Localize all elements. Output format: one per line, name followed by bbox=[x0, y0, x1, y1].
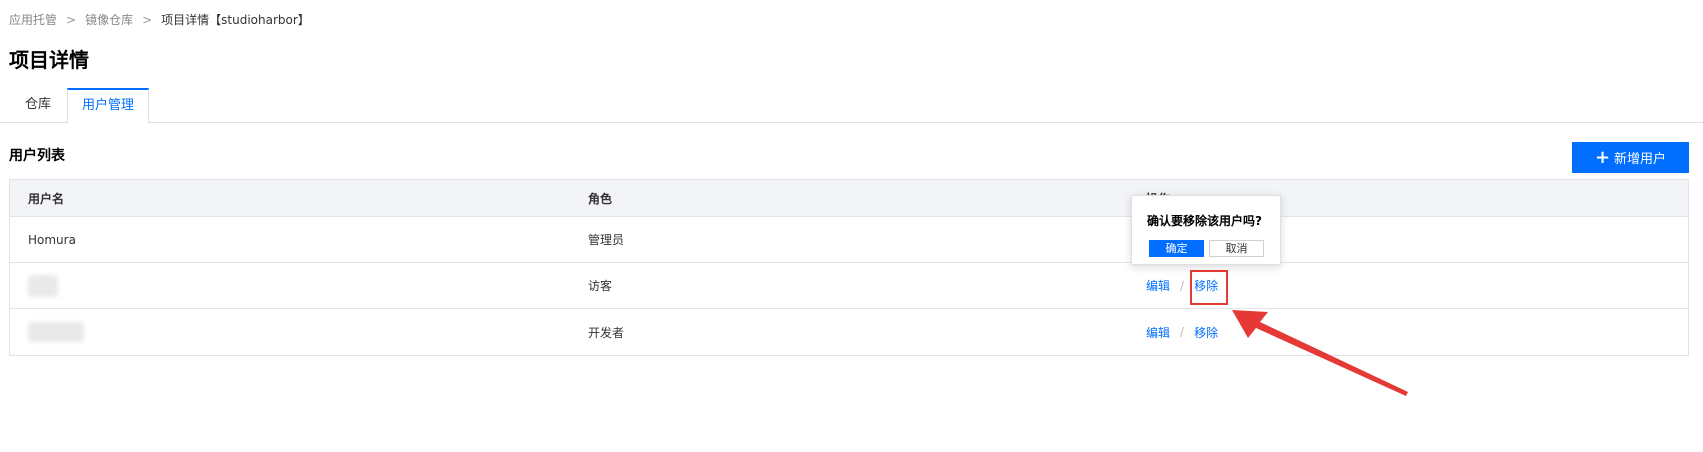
actions-cell: 编辑 / 移除 bbox=[1146, 263, 1218, 308]
role-cell: 访客 bbox=[588, 279, 613, 293]
popover-question: 确认要移除该用户吗? bbox=[1147, 214, 1262, 228]
section-title: 用户列表 bbox=[9, 148, 65, 164]
breadcrumb-app-hosting[interactable]: 应用托管 bbox=[9, 11, 57, 28]
actions-cell: 编辑 / 移除 bbox=[1146, 309, 1218, 355]
breadcrumb-separator: > bbox=[142, 12, 153, 27]
plus-icon: + bbox=[1594, 146, 1611, 168]
breadcrumb: 应用托管 > 镜像仓库 > 项目详情【studioharbor】 bbox=[9, 11, 310, 28]
user-table: 用户名 角色 操作 Homura 管理员 访客 编辑 / 移除 开发者 编辑 /… bbox=[9, 179, 1689, 356]
username-cell-redacted bbox=[28, 309, 84, 355]
redacted-username bbox=[28, 274, 58, 297]
remove-confirm-popover: 确认要移除该用户吗? 确定 取消 bbox=[1131, 195, 1281, 265]
action-separator: / bbox=[1180, 325, 1185, 339]
action-separator: / bbox=[1180, 278, 1185, 293]
remove-link[interactable]: 移除 bbox=[1194, 324, 1218, 341]
table-row: 开发者 编辑 / 移除 bbox=[10, 309, 1688, 355]
page-title: 项目详情 bbox=[9, 48, 89, 72]
breadcrumb-separator: > bbox=[66, 12, 77, 27]
remove-link[interactable]: 移除 bbox=[1194, 277, 1218, 294]
breadcrumb-image-registry[interactable]: 镜像仓库 bbox=[85, 11, 133, 28]
table-header-row: 用户名 角色 操作 bbox=[10, 180, 1688, 217]
redacted-username bbox=[28, 322, 84, 342]
tab-bar: 仓库 用户管理 bbox=[0, 88, 1703, 124]
table-row: 访客 编辑 / 移除 bbox=[10, 263, 1688, 309]
username-cell-redacted bbox=[28, 263, 58, 308]
breadcrumb-current: 项目详情【studioharbor】 bbox=[161, 13, 310, 27]
table-row: Homura 管理员 bbox=[10, 217, 1688, 263]
edit-link[interactable]: 编辑 bbox=[1146, 277, 1170, 294]
cancel-button[interactable]: 取消 bbox=[1209, 240, 1264, 257]
tab-repository[interactable]: 仓库 bbox=[9, 88, 67, 123]
edit-link[interactable]: 编辑 bbox=[1146, 324, 1170, 341]
add-user-button[interactable]: + 新增用户 bbox=[1572, 142, 1689, 173]
add-user-label: 新增用户 bbox=[1614, 152, 1667, 167]
role-cell: 管理员 bbox=[588, 233, 625, 247]
tab-user-management[interactable]: 用户管理 bbox=[67, 88, 149, 124]
role-cell: 开发者 bbox=[588, 325, 625, 340]
header-username: 用户名 bbox=[28, 191, 65, 206]
header-role: 角色 bbox=[588, 191, 613, 206]
confirm-button[interactable]: 确定 bbox=[1149, 240, 1204, 257]
username-cell: Homura bbox=[28, 232, 76, 247]
